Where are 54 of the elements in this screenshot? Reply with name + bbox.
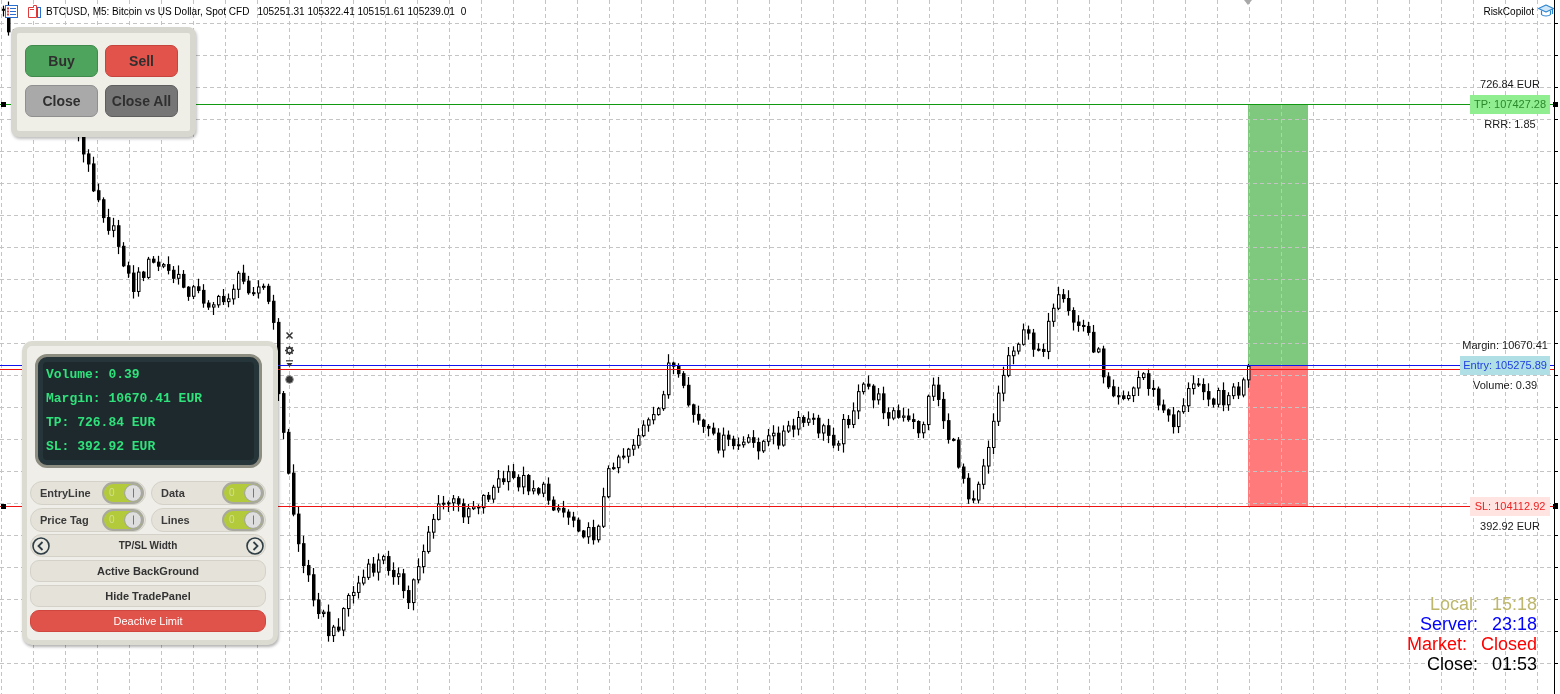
- alert-button[interactable]: Deactive Limit: [30, 610, 266, 632]
- clock-label: Close:: [1426, 654, 1478, 674]
- line-handle-icon[interactable]: [1553, 504, 1558, 509]
- ohlc-prices: 105251.31 105322.41 105151.61 105239.01: [257, 4, 455, 19]
- line-handle-icon[interactable]: [1, 102, 6, 107]
- switch-knob-icon[interactable]: [124, 484, 142, 502]
- display-text: Volume: 0.39: [46, 366, 141, 384]
- level-info: RRR: 1.85: [1484, 117, 1536, 131]
- gear-icon[interactable]: [285, 346, 294, 355]
- toggle-label: EntryLine: [40, 485, 91, 501]
- display-text: SL: 392.92 EUR: [46, 438, 157, 456]
- display-text: Margin: 10670.41 EUR: [46, 390, 204, 408]
- clock-label: Market:: [1406, 634, 1467, 654]
- switch-knob-icon[interactable]: [124, 511, 142, 529]
- line-handle-icon[interactable]: [1, 504, 6, 509]
- toggle-label: Data: [161, 485, 185, 501]
- clock-value: 23:18: [1491, 614, 1537, 634]
- chevron-left-icon[interactable]: [32, 536, 50, 555]
- dropdown-triangle-icon[interactable]: [285, 360, 294, 369]
- clock-label: Local:: [1429, 594, 1478, 614]
- triangle-marker-icon[interactable]: [1244, 0, 1252, 5]
- switch-knob-icon[interactable]: [244, 484, 262, 502]
- level-info: Volume: 0.39: [1473, 378, 1538, 392]
- switch-knob-icon[interactable]: [244, 511, 262, 529]
- clock-label: Server:: [1419, 614, 1478, 634]
- window-icon[interactable]: [28, 4, 41, 18]
- list-icon[interactable]: [5, 4, 18, 18]
- level-info: 726.84 EUR: [1480, 77, 1540, 91]
- level-info: 392.92 EUR: [1480, 519, 1540, 533]
- close-icon[interactable]: [285, 331, 294, 340]
- close-button[interactable]: Close: [25, 85, 98, 117]
- panel-button[interactable]: Active BackGround: [30, 560, 266, 582]
- panel-button[interactable]: Hide TradePanel: [30, 585, 266, 607]
- close-all-button[interactable]: Close All: [105, 85, 178, 117]
- chart-title: BTCUSD, M5: Bitcoin vs US Dollar, Spot CFD: [46, 4, 250, 19]
- brand-name: RiskCopilot: [1483, 4, 1534, 19]
- header-number: 0: [460, 4, 467, 19]
- level-info: Margin: 10670.41: [1462, 338, 1548, 352]
- chevron-right-icon[interactable]: [246, 536, 264, 555]
- stop-loss-tag[interactable]: SL: 104112.92: [1470, 496, 1550, 516]
- take-profit-tag[interactable]: TP: 107427.28: [1470, 94, 1550, 114]
- stepper-label: TP/SL Width: [117, 539, 179, 553]
- clock-value: 01:53: [1491, 654, 1537, 674]
- buy-button[interactable]: Buy: [25, 45, 98, 77]
- clock-value: 15:18: [1491, 594, 1537, 614]
- dot-icon[interactable]: [285, 375, 294, 384]
- graduation-cap-icon[interactable]: [1538, 4, 1554, 18]
- line-handle-icon[interactable]: [1553, 102, 1558, 107]
- toggle-label: Lines: [161, 512, 190, 528]
- toggle-label: Price Tag: [40, 512, 89, 528]
- clock-value: Closed: [1480, 634, 1537, 654]
- sell-button[interactable]: Sell: [105, 45, 178, 77]
- display-text: TP: 726.84 EUR: [46, 414, 157, 432]
- entry-price-tag[interactable]: Entry: 105275.89: [1460, 355, 1550, 375]
